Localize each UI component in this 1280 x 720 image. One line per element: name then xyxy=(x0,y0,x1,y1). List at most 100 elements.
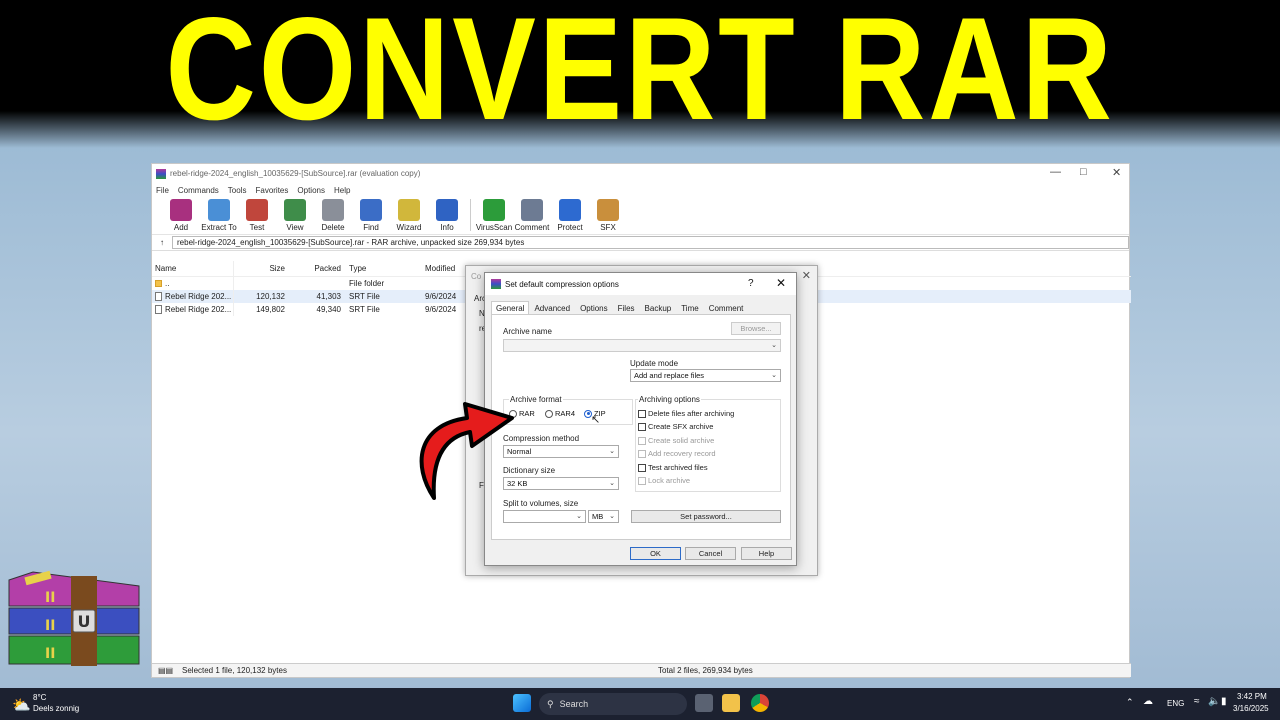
task-view-icon[interactable] xyxy=(695,694,713,712)
tab-backup[interactable]: Backup xyxy=(640,301,677,314)
toolbar-protect-button[interactable]: Protect xyxy=(551,199,589,234)
language-indicator[interactable]: ENG xyxy=(1167,699,1184,708)
col-size[interactable]: Size xyxy=(234,264,287,273)
checkbox-box xyxy=(638,449,646,458)
cell-text: SRT File xyxy=(349,292,380,301)
toolbar-info-button[interactable]: Info xyxy=(428,199,466,234)
recovery-record-checkbox[interactable]: Add recovery record xyxy=(638,449,716,458)
search-label: Search xyxy=(559,699,589,709)
cloud-icon[interactable]: ☁ xyxy=(1143,696,1153,707)
file-icon xyxy=(155,292,162,301)
cell-name: Rebel Ridge 202... xyxy=(152,303,234,316)
clock-date[interactable]: 3/16/2025 xyxy=(1233,704,1269,713)
col-name[interactable]: Name xyxy=(152,261,234,276)
toolbar-wizard-button[interactable]: Wizard xyxy=(390,199,428,234)
battery-icon[interactable]: ▮ xyxy=(1221,696,1227,707)
back-dialog-title: Co xyxy=(471,272,482,281)
checkbox-box xyxy=(638,476,646,485)
red-arrow-icon xyxy=(419,402,514,500)
delete-files-checkbox[interactable]: Delete files after archiving xyxy=(638,409,734,418)
up-arrow-icon[interactable]: ↑ xyxy=(160,238,164,247)
file-explorer-icon[interactable] xyxy=(722,694,740,712)
checkbox-box xyxy=(638,409,646,418)
cell-text: 120,132 xyxy=(256,292,285,301)
split-unit-select[interactable]: MB ⌄ xyxy=(588,510,619,523)
chevron-up-icon[interactable]: ⌃ xyxy=(1126,697,1134,708)
chevron-down-icon: ⌄ xyxy=(609,448,615,455)
chrome-icon[interactable] xyxy=(751,694,769,712)
test-archived-label: Test archived files xyxy=(648,463,708,472)
menu-options[interactable]: Options xyxy=(297,186,325,195)
toolbar-label: Info xyxy=(440,223,454,232)
clock-time[interactable]: 3:42 PM xyxy=(1237,692,1267,701)
create-sfx-checkbox[interactable]: Create SFX archive xyxy=(638,422,713,431)
windows-start-icon[interactable] xyxy=(513,694,531,712)
tab-general[interactable]: General xyxy=(491,301,530,314)
toolbar-test-button[interactable]: Test xyxy=(238,199,276,234)
toolbar-virusscan-button[interactable]: VirusScan xyxy=(475,199,513,234)
toolbar-comment-button[interactable]: Comment xyxy=(513,199,551,234)
help-icon[interactable]: ? xyxy=(748,278,754,289)
path-field[interactable]: rebel-ridge-2024_english_10035629-[SubSo… xyxy=(172,236,1129,249)
tab-advanced[interactable]: Advanced xyxy=(529,301,575,314)
menu-favorites[interactable]: Favorites xyxy=(255,186,288,195)
toolbar-add-button[interactable]: Add xyxy=(162,199,200,234)
tab-comment[interactable]: Comment xyxy=(704,301,749,314)
tab-files[interactable]: Files xyxy=(613,301,640,314)
toolbar-delete-button[interactable]: Delete xyxy=(314,199,352,234)
mouse-cursor-icon: ↖ xyxy=(591,414,601,426)
set-password-button[interactable]: Set password... xyxy=(631,510,781,523)
search-icon: ⚲ xyxy=(547,698,554,709)
cell-text: .. xyxy=(165,279,170,288)
browse-button[interactable]: Browse... xyxy=(731,322,781,335)
toolbar-find-button[interactable]: Find xyxy=(352,199,390,234)
help-button[interactable]: Help xyxy=(741,547,792,560)
lock-archive-checkbox[interactable]: Lock archive xyxy=(638,476,690,485)
col-type[interactable]: Type xyxy=(343,264,425,273)
cancel-button[interactable]: Cancel xyxy=(685,547,736,560)
maximize-icon[interactable]: □ xyxy=(1080,166,1087,178)
toolbar-sfx-button[interactable]: SFX xyxy=(589,199,627,234)
test-archived-checkbox[interactable]: Test archived files xyxy=(638,463,708,472)
wifi-icon[interactable]: ≈ xyxy=(1194,696,1200,707)
format-rar4-radio[interactable]: RAR4 xyxy=(545,409,575,418)
path-text: rebel-ridge-2024_english_10035629-[SubSo… xyxy=(177,238,525,247)
col-packed[interactable]: Packed xyxy=(287,264,343,273)
split-unit-value: MB xyxy=(592,512,604,521)
speaker-icon[interactable]: 🔈 xyxy=(1208,696,1220,707)
close-icon[interactable]: ✕ xyxy=(1112,166,1121,179)
cell-text: Rebel Ridge 202... xyxy=(165,305,232,314)
menu-commands[interactable]: Commands xyxy=(178,186,219,195)
solid-archive-checkbox[interactable]: Create solid archive xyxy=(638,436,714,445)
ok-button[interactable]: OK xyxy=(630,547,681,560)
path-bar: ↑ rebel-ridge-2024_english_10035629-[Sub… xyxy=(152,235,1129,251)
cell-text: 9/6/2024 xyxy=(425,292,457,301)
back-dialog-close-icon[interactable]: ✕ xyxy=(802,269,811,282)
checkbox-box xyxy=(638,436,646,445)
winrar-logo-icon: U II II II xyxy=(8,570,140,666)
svg-text:II: II xyxy=(45,646,55,662)
chevron-down-icon: ⌄ xyxy=(576,513,582,520)
archive-name-field[interactable]: ⌄ xyxy=(503,339,781,352)
menu-file[interactable]: File xyxy=(156,186,169,195)
split-size-input[interactable]: ⌄ xyxy=(503,510,586,523)
toolbar-extract-to-button[interactable]: Extract To xyxy=(200,199,238,234)
toolbar-label: Protect xyxy=(557,223,583,232)
checkbox-box xyxy=(638,422,646,431)
minimize-icon[interactable]: — xyxy=(1050,166,1061,178)
update-mode-select[interactable]: Add and replace files ⌄ xyxy=(630,369,781,382)
window-title: rebel-ridge-2024_english_10035629-[SubSo… xyxy=(170,169,421,178)
cell-type: SRT File xyxy=(343,305,425,314)
extract-folder-icon xyxy=(208,199,230,221)
chevron-down-icon: ⌄ xyxy=(609,513,615,520)
cell-text: SRT File xyxy=(349,305,380,314)
taskbar-search[interactable]: ⚲ Search xyxy=(539,693,687,715)
menu-help[interactable]: Help xyxy=(334,186,350,195)
menu-tools[interactable]: Tools xyxy=(228,186,247,195)
tab-options[interactable]: Options xyxy=(575,301,613,314)
toolbar-label: VirusScan xyxy=(475,223,513,232)
create-sfx-label: Create SFX archive xyxy=(648,422,714,431)
dialog-close-icon[interactable]: ✕ xyxy=(776,276,786,290)
toolbar-view-button[interactable]: View xyxy=(276,199,314,234)
tab-time[interactable]: Time xyxy=(676,301,703,314)
